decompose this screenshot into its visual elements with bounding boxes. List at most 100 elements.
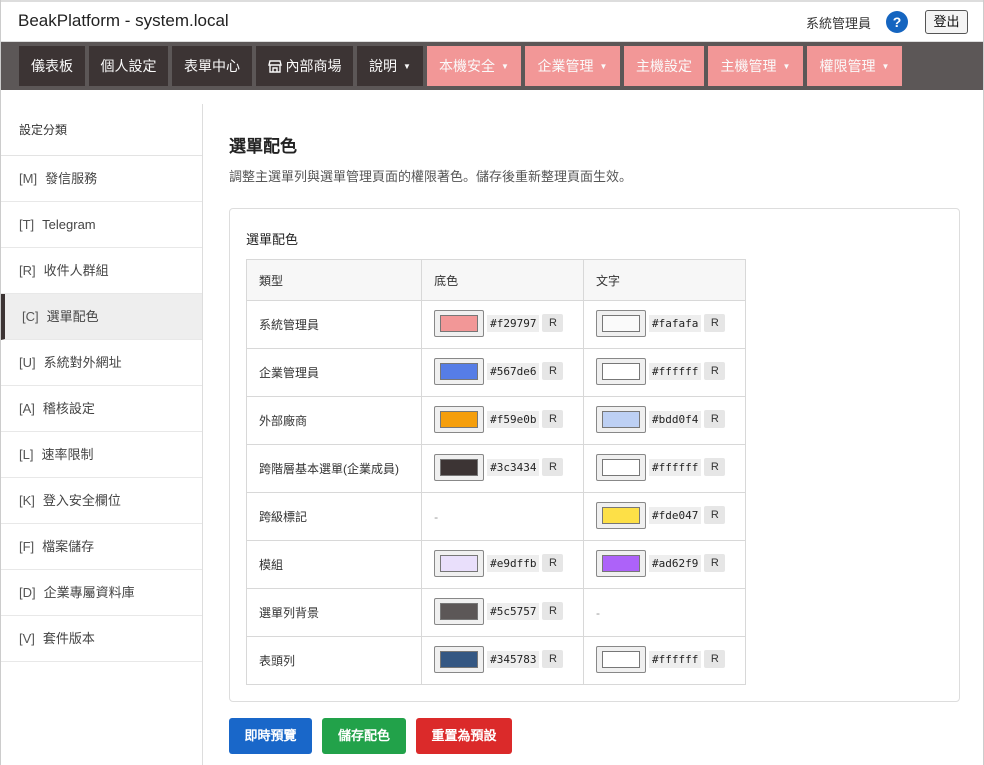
sidebar-item-package-version[interactable]: [V] 套件版本 [1,616,202,662]
background-color-cell: #5c5757 R [421,588,585,637]
sidebar-item-label: 收件人群組 [43,263,109,278]
text-color-cell: #ffffff R [583,348,746,397]
background-reset-button[interactable]: R [542,314,564,332]
background-reset-button[interactable]: R [542,410,564,428]
background-reset-button[interactable]: R [542,602,564,620]
text-color-input[interactable] [596,549,647,577]
save-colors-button[interactable]: 儲存配色 [322,718,406,754]
color-swatch [602,554,641,572]
sidebar-item-menu-colors[interactable]: [C] 選單配色 [1,294,202,340]
background-color-input[interactable] [434,357,485,385]
background-reset-button[interactable]: R [542,554,564,572]
nav-internal-shop[interactable]: 內部商場 [256,46,353,86]
nav-permission-management[interactable]: 權限管理 ▼ [807,46,902,86]
sidebar-item-login-security[interactable]: [K] 登入安全欄位 [1,478,202,524]
shop-icon [267,48,282,88]
text-reset-button[interactable]: R [704,362,726,380]
text-hex-value: #ad62f9 [649,554,702,572]
nav-label: 主機管理 [720,58,777,74]
nav-host-settings[interactable]: 主機設定 [624,46,704,86]
background-hex-value: #345783 [487,650,540,668]
nav-host-management[interactable]: 主機管理 ▼ [708,46,803,86]
text-color-input[interactable] [596,405,647,433]
text-hex-value: #bdd0f4 [649,410,702,428]
sidebar-item-enterprise-database[interactable]: [D] 企業專屬資料庫 [1,570,202,616]
background-color-input[interactable] [434,597,485,625]
text-color-picker: #ffffff R [596,453,726,481]
main-nav: 儀表板 個人設定 表單中心 內部商場 說明 ▼ 本機安全 ▼ 企業管理 ▼ 主機設定 … [1,42,983,90]
text-reset-button[interactable]: R [704,410,726,428]
background-reset-button[interactable]: R [542,650,564,668]
menu-colors-card: 選單配色 類型 底色 文字 系統管理員 #f29797 R #fafafa R 企業管理員… [229,208,960,702]
nav-enterprise-management[interactable]: 企業管理 ▼ [525,46,620,86]
background-color-input[interactable] [434,453,485,481]
color-swatch [602,506,641,524]
text-color-cell: #ad62f9 R [583,540,746,589]
background-reset-button[interactable]: R [542,458,564,476]
nav-label: 本機安全 [439,58,496,74]
sidebar-item-key: [R] [19,263,36,278]
sidebar-item-label: 速率限制 [41,447,94,462]
sidebar-item-mail-service[interactable]: [M] 發信服務 [1,156,202,202]
sidebar-item-rate-limit[interactable]: [L] 速率限制 [1,432,202,478]
text-reset-button[interactable]: R [704,506,726,524]
help-button[interactable]: ? [886,11,908,33]
live-preview-button[interactable]: 即時預覽 [229,718,312,754]
text-color-input[interactable] [596,453,647,481]
background-hex-value: #f29797 [487,314,540,332]
reset-default-button[interactable]: 重置為預設 [416,718,512,754]
empty-value: - [596,605,601,620]
nav-personal-settings[interactable]: 個人設定 [89,46,168,86]
nav-form-center[interactable]: 表單中心 [172,46,252,86]
type-label: 模組 [245,540,423,589]
table-row: 企業管理員 #567de6 R #ffffff R [245,348,746,397]
table-row: 跨級標記 - #fde047 R [245,492,746,541]
settings-sidebar: 設定分類 [M] 發信服務 [T] Telegram [R] 收件人群組 [C] 選單配… [1,104,203,765]
text-color-input[interactable] [596,309,647,337]
text-reset-button[interactable]: R [704,554,726,572]
type-label: 表頭列 [245,636,423,685]
sidebar-item-file-storage[interactable]: [F] 檔案儲存 [1,524,202,570]
background-color-cell: #f59e0b R [421,396,585,445]
text-reset-button[interactable]: R [704,650,726,668]
background-hex-value: #e9dffb [487,554,540,572]
sidebar-item-label: 發信服務 [45,171,98,186]
table-row: 外部廠商 #f59e0b R #bdd0f4 R [245,396,746,445]
nav-label: 企業管理 [537,58,594,74]
sidebar-item-recipient-groups[interactable]: [R] 收件人群組 [1,248,202,294]
background-color-input[interactable] [434,405,485,433]
background-color-picker: #345783 R [434,645,564,673]
type-label: 選單列背景 [245,588,423,637]
sidebar-item-label: 套件版本 [42,631,95,646]
nav-help[interactable]: 說明 ▼ [357,46,423,86]
sidebar-item-audit-settings[interactable]: [A] 稽核設定 [1,386,202,432]
sidebar-item-external-url[interactable]: [U] 系統對外網址 [1,340,202,386]
sidebar-item-telegram[interactable]: [T] Telegram [1,202,202,248]
background-color-cell: #e9dffb R [421,540,585,589]
text-color-input[interactable] [596,501,647,529]
sidebar-item-key: [L] [19,447,34,462]
color-swatch [440,602,479,620]
nav-label: 主機設定 [636,58,692,74]
caret-down-icon: ▼ [881,62,890,72]
color-swatch [602,458,641,476]
top-header: BeakPlatform - system.local 系統管理員 ? 登出 [1,0,983,42]
text-color-input[interactable] [596,645,647,673]
background-color-input[interactable] [434,549,485,577]
header-background: 底色 [421,259,585,301]
sidebar-item-key: [V] [19,631,35,646]
table-row: 跨階層基本選單(企業成員) #3c3434 R #ffffff R [245,444,746,493]
background-color-input[interactable] [434,309,485,337]
color-swatch [602,314,641,332]
nav-label: 個人設定 [100,58,157,74]
text-color-picker: #bdd0f4 R [596,405,726,433]
background-reset-button[interactable]: R [542,362,564,380]
logout-button[interactable]: 登出 [925,10,968,34]
text-color-input[interactable] [596,357,647,385]
background-color-input[interactable] [434,645,485,673]
nav-local-security[interactable]: 本機安全 ▼ [427,46,521,86]
color-swatch [440,554,479,572]
nav-dashboard[interactable]: 儀表板 [19,46,85,86]
text-reset-button[interactable]: R [704,314,726,332]
text-reset-button[interactable]: R [704,458,726,476]
